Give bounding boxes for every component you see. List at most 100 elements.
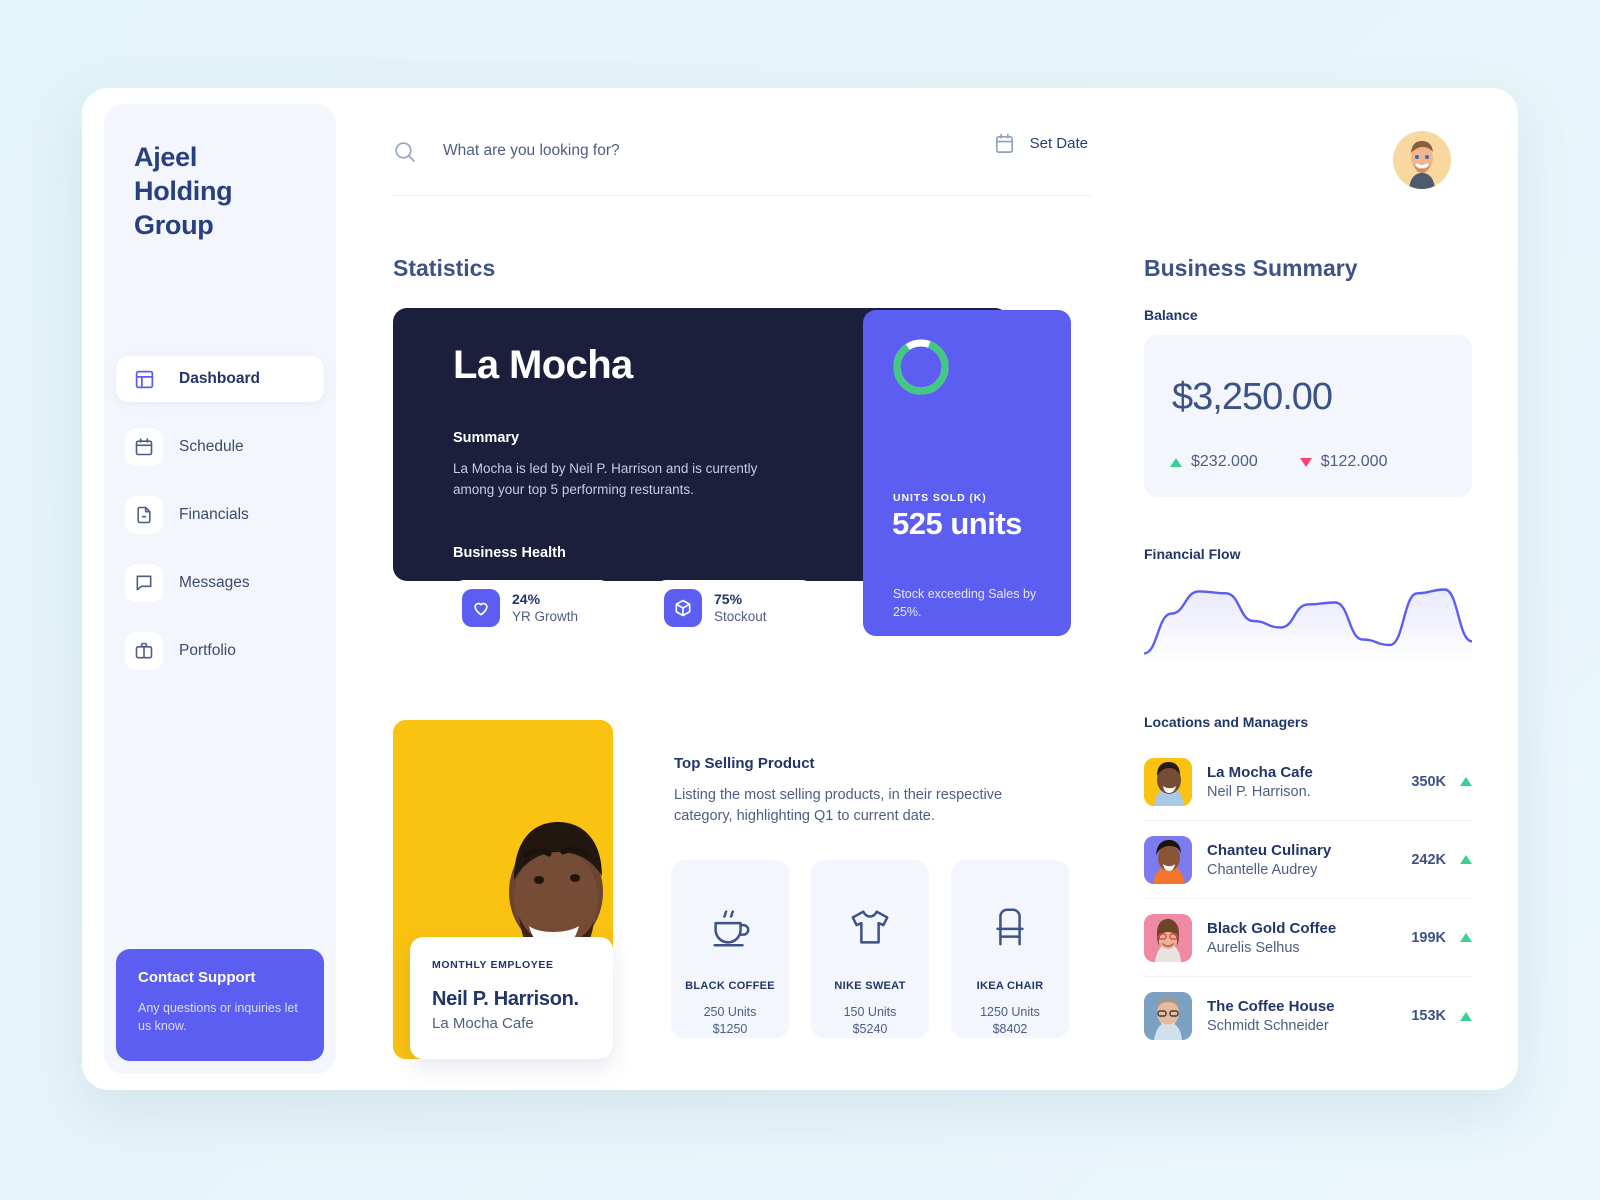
units-kicker: UNITS SOLD (K) — [893, 492, 987, 504]
set-date-button[interactable]: Set Date — [993, 132, 1088, 155]
set-date-label: Set Date — [1029, 135, 1088, 152]
product-card-ikea-chair[interactable]: IKEA CHAIR 1250 Units $8402 — [951, 860, 1069, 1038]
avatar — [1144, 913, 1192, 962]
triangle-up-icon — [1170, 457, 1182, 467]
product-units: 1250 Units — [980, 1005, 1040, 1019]
sidebar-item-label: Schedule — [179, 438, 244, 455]
product-price: $5240 — [852, 1022, 888, 1036]
employee-info-card: MONTHLY EMPLOYEE Neil P. Harrison. La Mo… — [410, 937, 613, 1059]
location-manager: Aurelis Selhus — [1207, 939, 1300, 956]
sidebar-nav: Dashboard Schedule Financials Messages P… — [116, 356, 324, 696]
table-row[interactable]: Chanteu Culinary Chantelle Audrey 242K — [1144, 821, 1472, 899]
balance-delta-down: $122.000 — [1299, 453, 1388, 471]
product-units: 250 Units — [703, 1005, 757, 1019]
locations-list: La Mocha Cafe Neil P. Harrison. 350K Cha… — [1144, 743, 1472, 1055]
triangle-down-icon — [1299, 457, 1312, 467]
brand-title: Ajeel Holding Group — [134, 142, 233, 240]
employee-place: La Mocha Cafe — [432, 1015, 534, 1032]
tshirt-icon — [847, 900, 893, 954]
product-card-nike-sweat[interactable]: NIKE SWEAT 150 Units $5240 — [811, 860, 929, 1038]
chair-icon — [987, 900, 1033, 954]
sidebar: Ajeel Holding Group Dashboard Schedule F… — [104, 104, 336, 1074]
contact-support-card[interactable]: Contact Support Any questions or inquiri… — [116, 949, 324, 1061]
calendar-icon — [993, 132, 1016, 155]
sidebar-item-portfolio[interactable]: Portfolio — [116, 628, 324, 674]
health-chip-yr-growth[interactable]: 24% YR Growth — [453, 580, 611, 636]
location-value: 242K — [1411, 851, 1446, 868]
location-info: Black Gold Coffee Aurelis Selhus — [1207, 920, 1411, 956]
product-units: 150 Units — [843, 1005, 897, 1019]
avatar — [1144, 757, 1192, 806]
balance-deltas: $232.000 $122.000 — [1170, 453, 1387, 471]
search-icon[interactable] — [392, 139, 417, 164]
location-name: The Coffee House — [1207, 998, 1335, 1015]
sidebar-item-label: Financials — [179, 506, 249, 523]
location-manager: Neil P. Harrison. — [1207, 783, 1311, 800]
location-info: The Coffee House Schmidt Schneider — [1207, 998, 1411, 1034]
triangle-up-icon — [1460, 1011, 1472, 1021]
location-name: Black Gold Coffee — [1207, 919, 1337, 937]
page-title: Statistics — [393, 255, 496, 281]
triangle-up-icon — [1460, 933, 1472, 942]
chip-label: Stockout — [714, 608, 767, 624]
table-row[interactable]: The Coffee House Schmidt Schneider 153K — [1144, 977, 1472, 1055]
employee-name: Neil P. Harrison. — [432, 988, 579, 1010]
product-price: $8402 — [992, 1022, 1028, 1036]
sidebar-item-schedule[interactable]: Schedule — [116, 424, 324, 470]
location-name: Chanteu Culinary — [1207, 841, 1332, 859]
locations-label: Locations and Managers — [1144, 714, 1309, 730]
financial-flow-label: Financial Flow — [1144, 546, 1241, 562]
chip-label: YR Growth — [512, 608, 579, 624]
balance-card: $3,250.00 $232.000 $122.000 — [1144, 335, 1472, 497]
table-row[interactable]: La Mocha Cafe Neil P. Harrison. 350K — [1144, 743, 1472, 821]
restaurant-name: La Mocha — [453, 343, 633, 387]
avatar — [1144, 992, 1192, 1040]
location-value: 350K — [1411, 773, 1446, 790]
search-row — [392, 114, 1092, 188]
delta-down-value: $122.000 — [1320, 453, 1388, 470]
product-name: IKEA CHAIR — [976, 980, 1044, 992]
location-info: La Mocha Cafe Neil P. Harrison. — [1207, 764, 1411, 800]
sidebar-item-messages[interactable]: Messages — [116, 560, 324, 606]
units-note: Stock exceeding Sales by 25%. — [893, 587, 1037, 619]
support-title: Contact Support — [138, 969, 256, 986]
summary-heading: Summary — [453, 430, 520, 446]
units-progress-ring — [891, 337, 951, 397]
sidebar-item-dashboard[interactable]: Dashboard — [116, 356, 324, 402]
location-name: La Mocha Cafe — [1207, 763, 1313, 781]
chip-value: 24% — [512, 590, 541, 607]
health-chip-stockout[interactable]: 75% Stockout — [655, 580, 813, 636]
support-text: Any questions or inquiries let us know. — [138, 1001, 298, 1033]
triangle-up-icon — [1460, 777, 1472, 786]
business-summary-title: Business Summary — [1144, 255, 1358, 281]
chip-value: 75% — [714, 590, 743, 607]
location-value: 199K — [1411, 929, 1446, 946]
package-icon — [664, 589, 702, 627]
product-card-black-coffee[interactable]: BLACK COFFEE 250 Units $1250 — [671, 860, 789, 1038]
location-manager: Chantelle Audrey — [1207, 861, 1318, 878]
briefcase-icon — [125, 632, 163, 670]
topbar: Set Date — [392, 114, 1092, 196]
table-row[interactable]: Black Gold Coffee Aurelis Selhus 199K — [1144, 899, 1472, 977]
calendar-icon — [125, 428, 163, 466]
location-info: Chanteu Culinary Chantelle Audrey — [1207, 842, 1411, 878]
sidebar-item-financials[interactable]: Financials — [116, 492, 324, 538]
product-name: BLACK COFFEE — [685, 980, 775, 992]
avatar — [1144, 835, 1192, 884]
units-sold-card: UNITS SOLD (K) 525 units Stock exceeding… — [863, 310, 1071, 636]
search-input[interactable] — [443, 142, 863, 160]
product-name: NIKE SWEAT — [834, 980, 906, 992]
sidebar-item-label: Dashboard — [179, 370, 260, 387]
sidebar-item-label: Messages — [179, 574, 250, 591]
coffee-cup-icon — [707, 900, 753, 954]
product-list: BLACK COFFEE 250 Units $1250 NIKE SWEAT … — [671, 860, 1069, 1038]
balance-delta-up: $232.000 — [1170, 453, 1258, 471]
balance-label: Balance — [1144, 307, 1198, 323]
top-selling-text: Listing the most selling products, in th… — [674, 787, 1003, 824]
balance-amount: $3,250.00 — [1172, 376, 1333, 418]
avatar[interactable] — [1393, 131, 1451, 189]
sidebar-item-label: Portfolio — [179, 642, 236, 659]
document-minus-icon — [125, 496, 163, 534]
chat-bubble-icon — [125, 564, 163, 602]
layout-dashboard-icon — [125, 360, 163, 398]
